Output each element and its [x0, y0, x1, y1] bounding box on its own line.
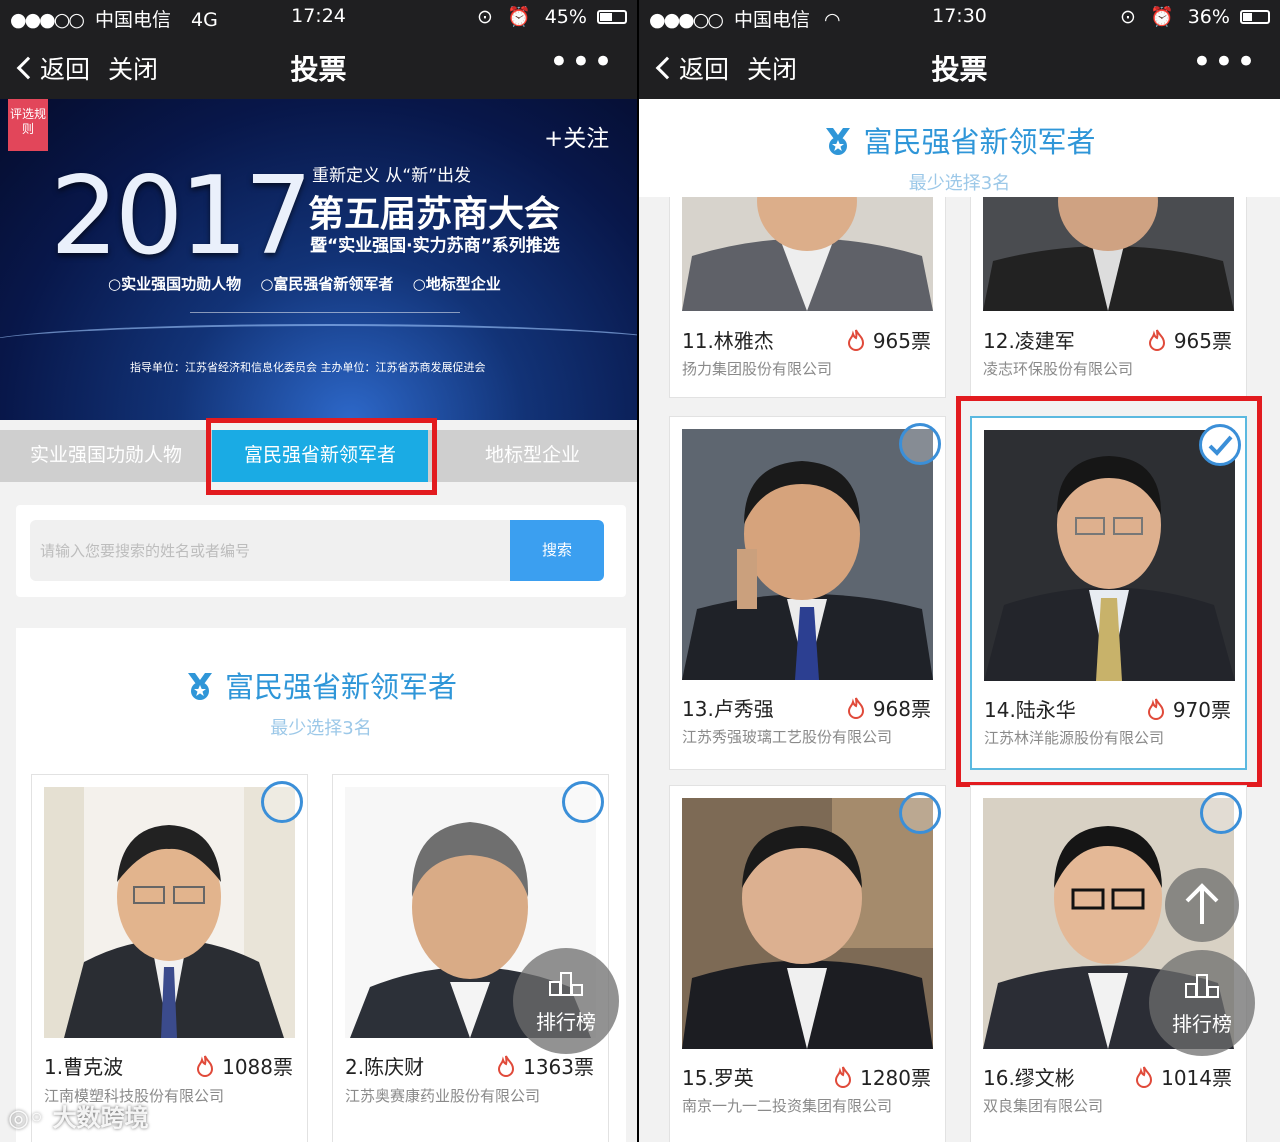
vote-count: 1014票 [1135, 1062, 1232, 1091]
ranking-label: 排行榜 [1172, 1012, 1232, 1036]
ranking-button[interactable]: 排行榜 [513, 948, 619, 1054]
flame-icon [847, 697, 864, 719]
flame-icon [1136, 1066, 1153, 1088]
vote-count: 1088票 [196, 1051, 293, 1080]
vote-count: 965票 [847, 325, 931, 354]
candidate-card[interactable]: 1.曹克波 1088票 江南模塑科技股份有限公司 [31, 774, 308, 1142]
candidate-card[interactable]: 15.罗英 1280票 南京一九一二投资集团有限公司 [669, 785, 946, 1142]
candidate-name: 11.林雅杰 [682, 329, 774, 353]
flame-icon [847, 329, 864, 351]
arrow-up-icon [1185, 883, 1219, 924]
section-subtitle: 最少选择3名 [270, 718, 372, 739]
banner-year: 2017 [50, 154, 313, 279]
banner-headline: 第五届苏商大会 [308, 194, 561, 235]
banner-slogan: 重新定义 从“新”出发 [312, 166, 472, 186]
status-bar: ●●●○○ 中国电信 ◠ 17:30 ⊙ ⏰ 36% [639, 0, 1280, 32]
alarm-icon: ⏰ [507, 6, 531, 28]
flame-icon [197, 1055, 214, 1077]
search-panel: 搜索 [16, 505, 626, 597]
candidate-name: 1.曹克波 [44, 1055, 124, 1079]
vote-count: 1363票 [497, 1051, 594, 1080]
select-checkbox[interactable] [562, 781, 604, 823]
section-subtitle: 最少选择3名 [908, 173, 1011, 194]
select-checkbox[interactable] [261, 781, 303, 823]
ranking-button[interactable]: 排行榜 [1149, 950, 1255, 1056]
banner-subtitle: 暨“实业强国·实力苏商”系列推选 [310, 236, 560, 256]
left-phone-screen: ●●●○○ 中国电信 4G 17:24 ⊙ ⏰ 45% 返回 关闭 投票 •••… [0, 0, 637, 1142]
banner-categories: ○实业强国功勋人物 ○富民强省新领军者 ○地标型企业 [108, 275, 501, 293]
candidate-photo [682, 798, 933, 1049]
banner-divider [190, 312, 460, 313]
medal-icon [826, 128, 851, 155]
highlight-box [206, 418, 437, 495]
flame-icon [498, 1055, 515, 1077]
battery-percent: 36% [1187, 6, 1230, 28]
search-button[interactable]: 搜索 [510, 520, 604, 581]
candidate-photo [682, 429, 933, 680]
more-menu-button[interactable]: ••• [549, 42, 615, 82]
select-checkbox[interactable] [899, 792, 941, 834]
nav-bar: 返回 关闭 投票 ••• [0, 32, 637, 99]
candidate-name: 13.卢秀强 [682, 697, 774, 721]
page-title: 投票 [290, 53, 347, 86]
vote-count: 965票 [1148, 325, 1232, 354]
flame-icon [835, 1066, 852, 1088]
rules-ribbon[interactable]: 评选规则 [8, 99, 48, 151]
status-bar: ●●●○○ 中国电信 4G 17:24 ⊙ ⏰ 45% [0, 0, 637, 32]
nav-bar: 返回 关闭 投票 ••• [639, 32, 1280, 99]
candidate-name: 12.凌建军 [983, 329, 1075, 353]
watermark: ◎◦ 大数跨境 [8, 1104, 149, 1132]
select-checkbox[interactable] [1200, 792, 1242, 834]
search-input[interactable] [30, 520, 510, 581]
candidate-name: 16.缪文彬 [983, 1066, 1075, 1090]
rotation-lock-icon: ⊙ [477, 6, 493, 28]
candidate-list: 富民强省新领军者 最少选择3名 1.曹克波 1088票 江南模塑科技股份有限公司… [16, 628, 626, 1142]
event-banner: 评选规则 +关注 2017 重新定义 从“新”出发 第五届苏商大会 暨“实业强国… [0, 99, 637, 420]
tab-landmark-enterprises[interactable]: 地标型企业 [428, 430, 637, 482]
section-title: 富民强省新领军者 [639, 119, 1280, 161]
candidate-company: 双良集团有限公司 [983, 1097, 1104, 1115]
section-title: 富民强省新领军者 [16, 664, 626, 706]
vote-count: 968票 [847, 693, 931, 722]
follow-button[interactable]: +关注 [544, 119, 609, 153]
more-menu-button[interactable]: ••• [1192, 42, 1258, 82]
banner-light-swoosh [0, 324, 637, 364]
battery-percent: 45% [544, 6, 587, 28]
candidate-company: 凌志环保股份有限公司 [983, 360, 1134, 378]
battery-icon [1240, 10, 1270, 24]
candidate-name: 15.罗英 [682, 1066, 754, 1090]
podium-icon [1185, 974, 1219, 998]
candidate-company: 江苏奥赛康药业股份有限公司 [345, 1087, 541, 1105]
right-phone-screen: ●●●○○ 中国电信 ◠ 17:30 ⊙ ⏰ 36% 返回 关闭 投票 ••• … [639, 0, 1280, 1142]
flame-icon [1148, 329, 1165, 351]
alarm-icon: ⏰ [1150, 6, 1174, 28]
highlight-box [956, 396, 1262, 787]
candidate-card[interactable]: 13.卢秀强 968票 江苏秀强玻璃工艺股份有限公司 [669, 416, 946, 770]
candidate-company: 南京一九一二投资集团有限公司 [682, 1097, 893, 1115]
candidate-name: 2.陈庆财 [345, 1055, 425, 1079]
watermark-logo-icon: ◎◦ [8, 1104, 53, 1132]
battery-icon [597, 10, 627, 24]
medal-icon [187, 673, 212, 700]
candidate-company: 江苏秀强玻璃工艺股份有限公司 [682, 728, 893, 746]
podium-icon [549, 972, 583, 996]
candidate-company: 扬力集团股份有限公司 [682, 360, 833, 378]
scroll-top-button[interactable] [1165, 868, 1239, 942]
candidate-photo [44, 787, 295, 1038]
ranking-label: 排行榜 [536, 1010, 596, 1034]
rotation-lock-icon: ⊙ [1120, 6, 1136, 28]
vote-count: 1280票 [834, 1062, 931, 1091]
tab-merit-figures[interactable]: 实业强国功勋人物 [0, 430, 212, 482]
banner-organizers: 指导单位：江苏省经济和信息化委员会 主办单位：江苏省苏商发展促进会 [130, 361, 486, 374]
page-title: 投票 [931, 53, 988, 86]
select-checkbox[interactable] [899, 423, 941, 465]
sticky-section-header: 富民强省新领军者 最少选择3名 [639, 99, 1280, 197]
